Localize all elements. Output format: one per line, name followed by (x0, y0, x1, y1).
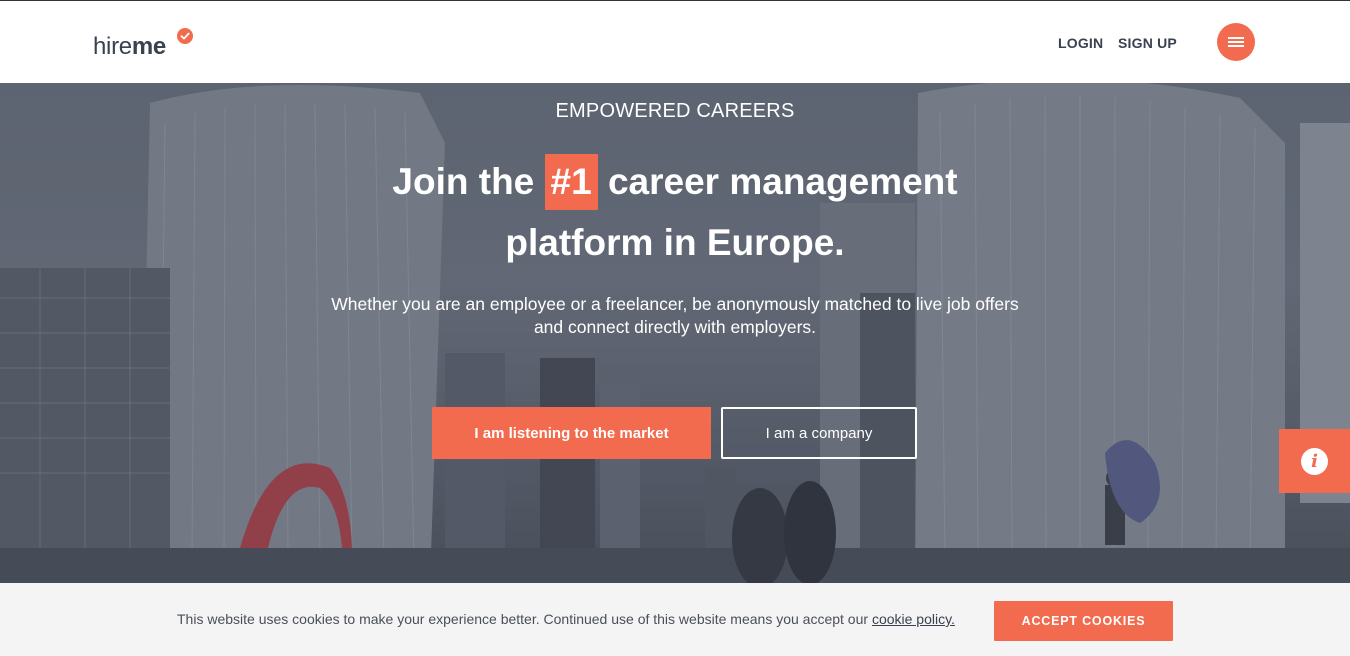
hero-headline: Join the #1 career management platform i… (0, 151, 1350, 273)
menu-button[interactable] (1217, 23, 1255, 61)
cookie-text: This website uses cookies to make your e… (177, 611, 872, 627)
hero-subtext: Whether you are an employee or a freelan… (331, 294, 1019, 337)
headline-post: career management (597, 161, 958, 202)
hamburger-icon-line (1228, 41, 1244, 43)
logo-text-me: me (131, 33, 166, 60)
headline-badge: #1 (544, 154, 598, 210)
hamburger-icon (1228, 37, 1244, 39)
login-link[interactable]: LOGIN (1058, 35, 1103, 51)
cookie-message: This website uses cookies to make your e… (177, 611, 955, 627)
hero-eyebrow: EMPOWERED CAREERS (555, 100, 795, 122)
logo-text-hire: hire (93, 33, 132, 60)
headline-line2: platform in Europe. (505, 222, 845, 263)
listening-market-button[interactable]: I am listening to the market (432, 407, 711, 459)
cookie-bar: This website uses cookies to make your e… (0, 583, 1350, 656)
hireme-logo[interactable]: hire me (93, 28, 193, 61)
hamburger-icon-line (1228, 45, 1244, 47)
site-header: hire me LOGIN SIGN UP (0, 1, 1350, 83)
logo-check-icon (177, 28, 193, 44)
signup-link[interactable]: SIGN UP (1118, 35, 1177, 51)
headline-pre: Join the (392, 161, 545, 202)
info-tab-button[interactable]: i (1279, 429, 1350, 493)
info-icon: i (1301, 448, 1328, 475)
accept-cookies-button[interactable]: ACCEPT COOKIES (994, 601, 1173, 641)
hero-section: EMPOWERED CAREERS Join the #1 career man… (0, 83, 1350, 583)
company-button[interactable]: I am a company (721, 407, 917, 459)
cookie-policy-link[interactable]: cookie policy. (872, 611, 955, 627)
